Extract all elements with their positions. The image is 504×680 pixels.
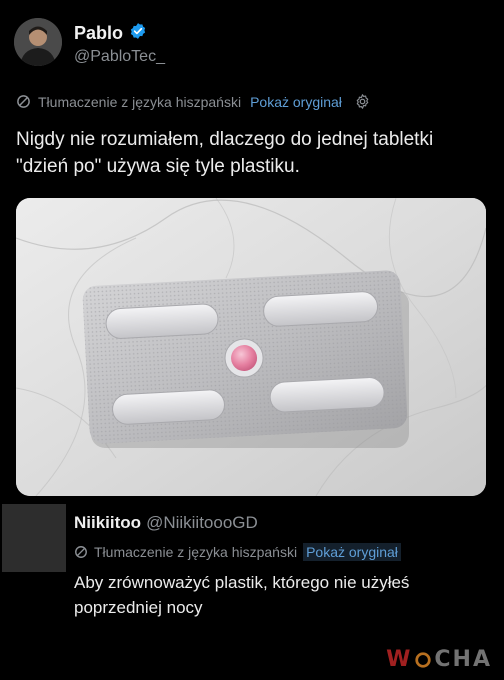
reply-show-original-link[interactable]: Pokaż oryginał	[303, 543, 401, 561]
author-avatar[interactable]	[14, 18, 62, 66]
show-original-link[interactable]: Pokaż oryginał	[250, 94, 342, 110]
translate-icon	[74, 545, 88, 559]
pill-blister-image	[16, 198, 486, 496]
site-watermark: W CHA	[386, 647, 492, 672]
translate-icon	[16, 94, 31, 109]
tweet-text: Nigdy nie rozumiałem, dlaczego do jednej…	[16, 129, 434, 177]
reply-handle[interactable]: @NiikiitoooGD	[146, 513, 258, 533]
reply-name-row: Niikiitoo @NiikiitoooGD	[74, 513, 258, 533]
gear-icon[interactable]	[354, 93, 371, 110]
author-display-name[interactable]: Pablo	[74, 23, 123, 44]
reply-text: Aby zrównoważyć plastik, którego nie uży…	[74, 573, 410, 617]
translation-label: Tłumaczenie z języka hiszpański	[38, 93, 242, 110]
author-name-row: Pablo	[74, 22, 147, 45]
translation-bar: Tłumaczenie z języka hiszpański Pokaż or…	[16, 93, 371, 110]
author-handle[interactable]: @PabloTec_	[74, 48, 165, 66]
watermark-logo-icon	[414, 651, 432, 669]
reply-translation-bar: Tłumaczenie z języka hiszpański Pokaż or…	[74, 543, 401, 561]
watermark-prefix: W	[386, 647, 413, 672]
reply-display-name[interactable]: Niikiitoo	[74, 513, 141, 533]
reply-avatar[interactable]	[2, 504, 66, 572]
tweet-photo[interactable]	[16, 198, 486, 496]
reply-translation-label: Tłumaczenie z języka hiszpański	[94, 544, 298, 560]
watermark-text: CHA	[434, 647, 492, 672]
verified-badge-icon	[129, 22, 147, 45]
